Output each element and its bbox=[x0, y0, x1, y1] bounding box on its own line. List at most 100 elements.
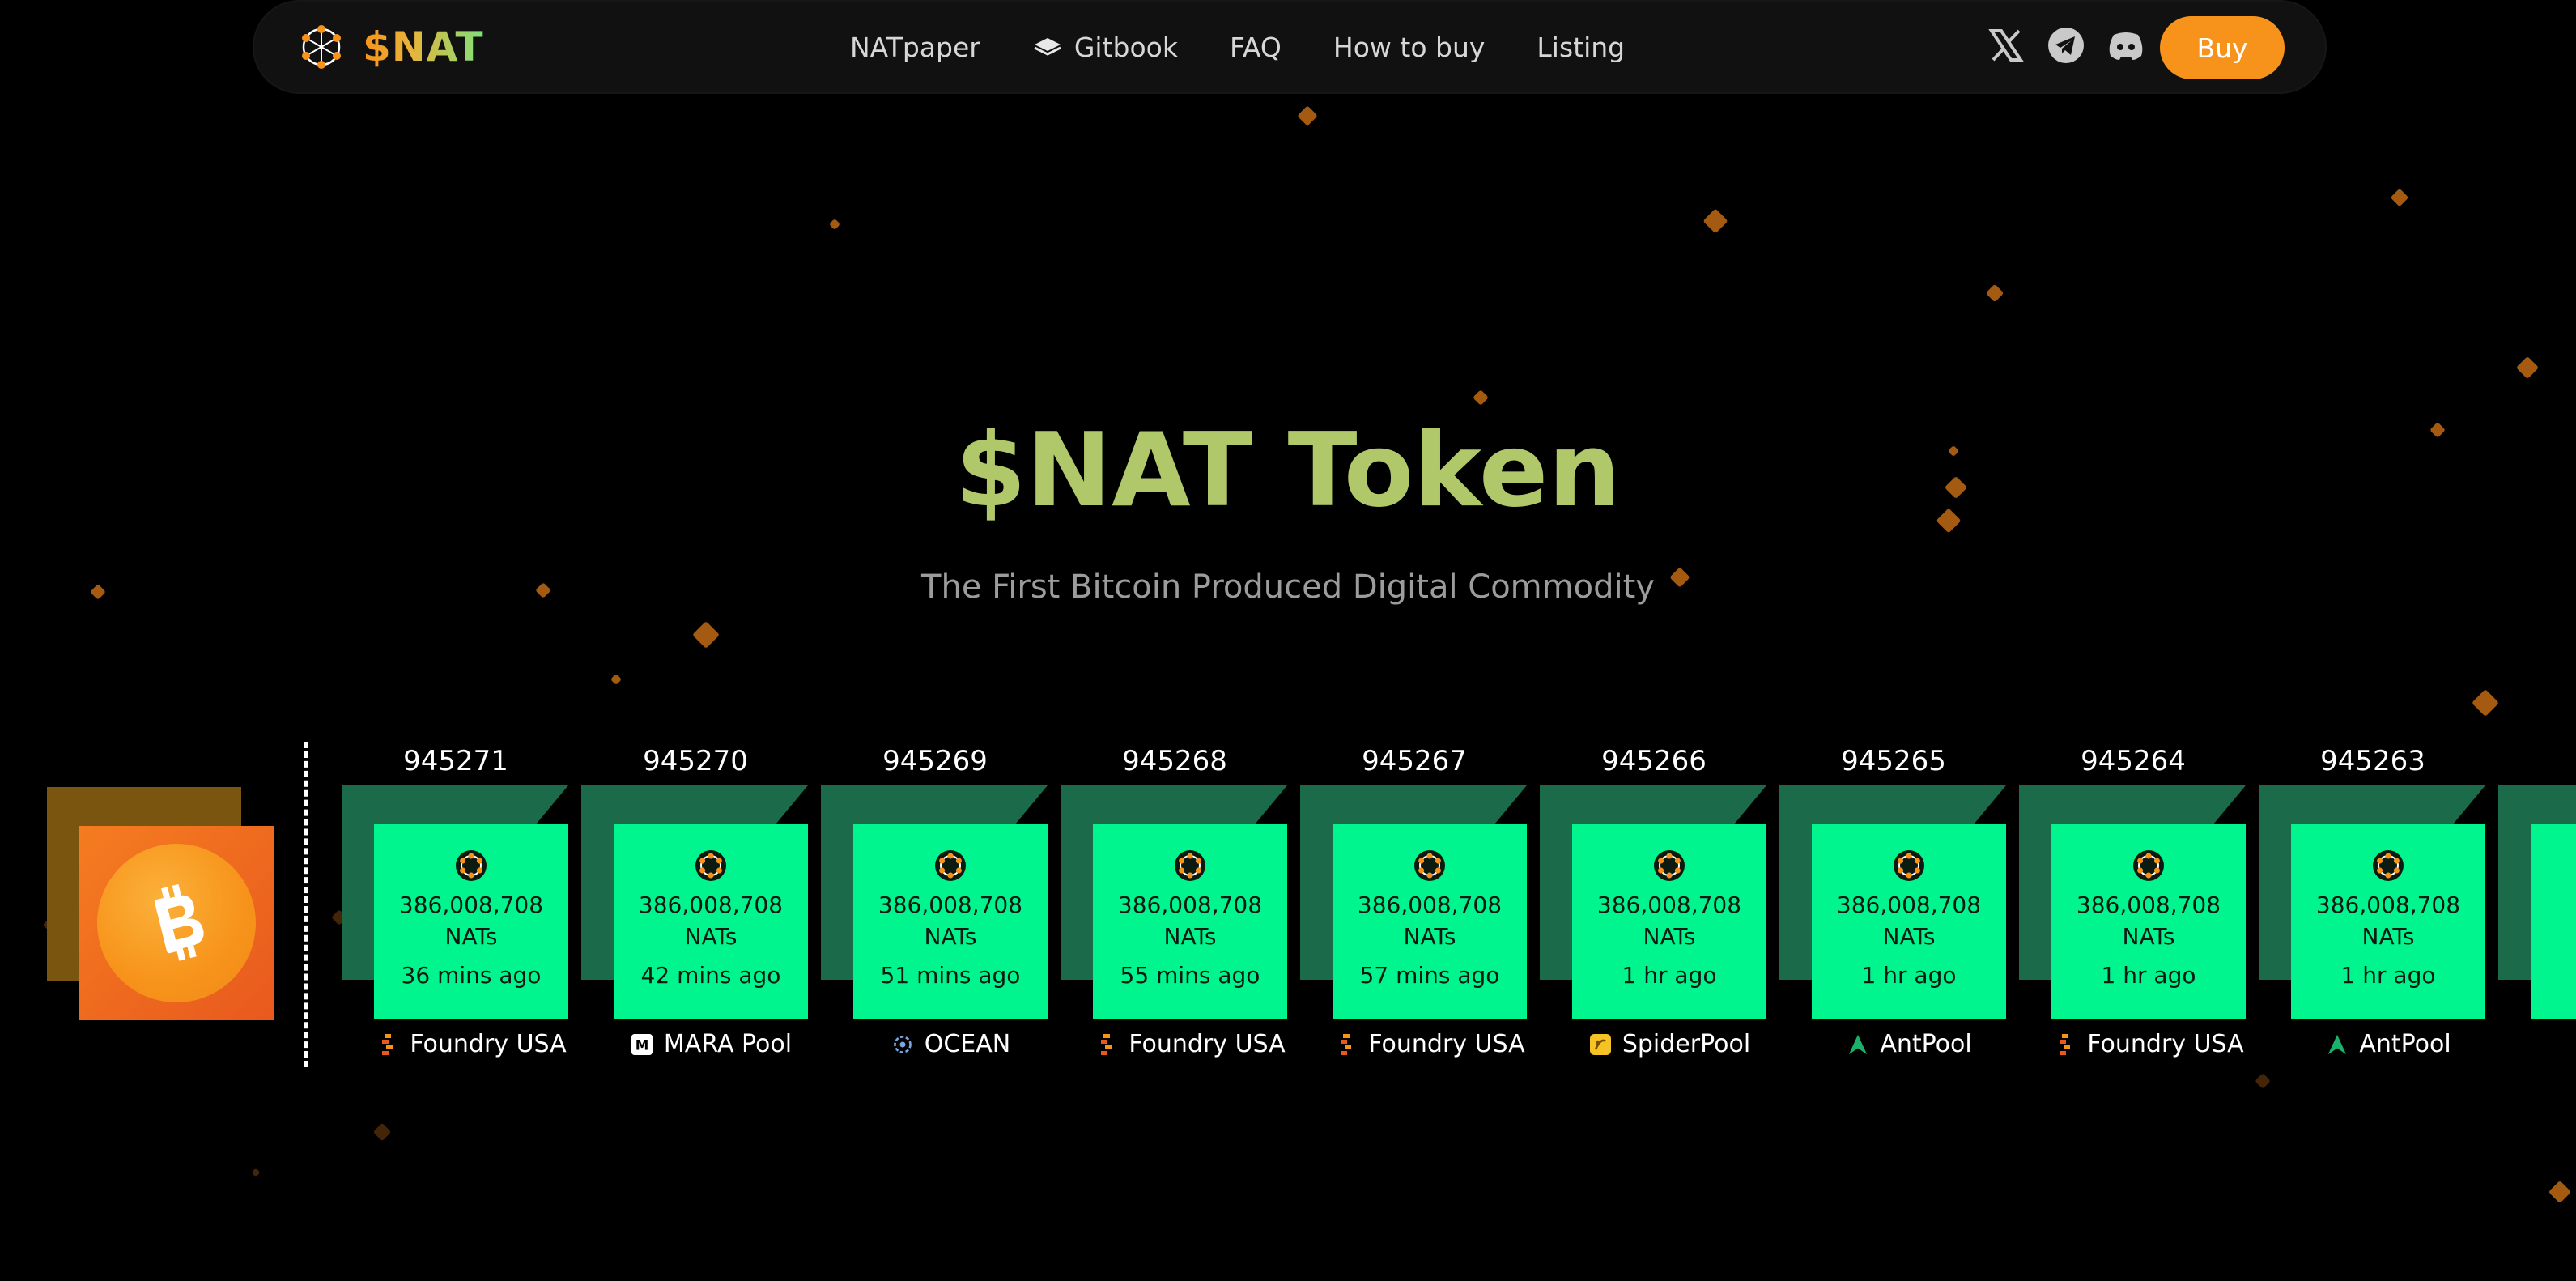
block-amount: 386,008,708 bbox=[1117, 892, 1263, 918]
nav-link-faq[interactable]: FAQ bbox=[1230, 32, 1282, 63]
block-pool: Foundry USA bbox=[1061, 1030, 1321, 1058]
block-time: 57 mins ago bbox=[1359, 962, 1500, 989]
block-card[interactable]: 945264 386,008,708 NATs 1 hr ago Foundry… bbox=[2019, 745, 2247, 1069]
nav-link-how-to-buy[interactable]: How to buy bbox=[1333, 32, 1486, 63]
nat-token-icon bbox=[1654, 850, 1685, 881]
block-unit: NATs bbox=[684, 923, 738, 950]
block-unit: NATs bbox=[1163, 923, 1217, 950]
nav-link-label: FAQ bbox=[1229, 31, 1282, 63]
block-card[interactable]: 945266 386,008,708 NATs 1 hr ago SpiderP… bbox=[1540, 745, 1768, 1069]
block-pool: M MARA Pool bbox=[581, 1030, 842, 1058]
nav-link-natpaper[interactable]: NATpaper bbox=[850, 32, 980, 63]
svg-text:M: M bbox=[635, 1036, 649, 1053]
buy-button[interactable]: Buy bbox=[2160, 16, 2285, 79]
block-card[interactable]: 945263 386,008,708 NATs 1 hr ago AntPool bbox=[2259, 745, 2487, 1069]
spiderpool-icon bbox=[1589, 1032, 1611, 1057]
block-card[interactable]: 945270 386,008,708 NATs 42 mins ago M MA… bbox=[581, 745, 810, 1069]
block-amount: 386,008,708 bbox=[2315, 892, 2461, 918]
nat-token-icon bbox=[1414, 850, 1445, 881]
nat-token-icon bbox=[935, 850, 966, 881]
block-pool: OCEAN bbox=[821, 1030, 1082, 1058]
nav-link-gitbook[interactable]: Gitbook bbox=[1032, 32, 1178, 63]
block-card-partial bbox=[2498, 785, 2576, 1020]
foundry-icon bbox=[1096, 1032, 1117, 1057]
block-time: 1 hr ago bbox=[1861, 962, 1957, 989]
nat-token-icon bbox=[2373, 850, 2404, 881]
block-time: 1 hr ago bbox=[2340, 962, 2436, 989]
block-card[interactable]: 945271 386,008,708 NATs 36 mins ago Foun… bbox=[342, 745, 570, 1069]
nat-logo-icon bbox=[302, 25, 341, 69]
block-time: 42 mins ago bbox=[640, 962, 781, 989]
foundry-icon bbox=[377, 1032, 398, 1057]
block-amount: 386,008,708 bbox=[2076, 892, 2221, 918]
block-card[interactable]: 945265 386,008,708 NATs 1 hr ago AntPool bbox=[1779, 745, 2008, 1069]
foundry-icon bbox=[1336, 1032, 1357, 1057]
block-number: 945266 bbox=[1601, 745, 1707, 777]
block-unit: NATs bbox=[1403, 923, 1456, 950]
block-card[interactable]: 945267 386,008,708 NATs 57 mins ago Foun… bbox=[1300, 745, 1528, 1069]
block-card[interactable]: 945269 386,008,708 NATs 51 mins ago OCEA… bbox=[821, 745, 1049, 1069]
block-unit: NATs bbox=[1643, 923, 1696, 950]
nat-token-icon bbox=[1175, 850, 1205, 881]
block-time: 55 mins ago bbox=[1120, 962, 1260, 989]
block-time: 36 mins ago bbox=[401, 962, 542, 989]
block-number: 945263 bbox=[2320, 745, 2425, 777]
foundry-icon bbox=[2055, 1032, 2076, 1057]
antpool-icon bbox=[1847, 1032, 1868, 1057]
pool-name: Foundry USA bbox=[1129, 1030, 1286, 1058]
block-number: 945265 bbox=[1841, 745, 1946, 777]
block-amount: 386,008,708 bbox=[1596, 892, 1742, 918]
block-unit: NATs bbox=[444, 923, 498, 950]
pool-name: Foundry USA bbox=[1368, 1030, 1525, 1058]
block-number: 945270 bbox=[643, 745, 748, 777]
nav-link-label: How to buy bbox=[1333, 31, 1486, 63]
x-icon[interactable] bbox=[1987, 26, 2026, 65]
bitcoin-cube bbox=[47, 787, 274, 1020]
block-card[interactable]: 945268 386,008,708 NATs 55 mins ago Foun… bbox=[1061, 745, 1289, 1069]
pool-name: Foundry USA bbox=[410, 1030, 567, 1058]
nat-token-icon bbox=[456, 850, 487, 881]
block-number: 945271 bbox=[403, 745, 508, 777]
pool-name: SpiderPool bbox=[1622, 1030, 1751, 1058]
nav-link-listing[interactable]: Listing bbox=[1537, 32, 1625, 63]
discord-icon[interactable] bbox=[2106, 26, 2145, 65]
block-pool: SpiderPool bbox=[1540, 1030, 1800, 1058]
chain-divider bbox=[304, 742, 308, 1067]
mara-icon: M bbox=[631, 1032, 653, 1057]
nav-link-label: NATpaper bbox=[850, 31, 980, 63]
block-amount: 386,008,708 bbox=[1357, 892, 1503, 918]
block-unit: NATs bbox=[2361, 923, 2415, 950]
social-links bbox=[1987, 26, 2145, 65]
block-pool: Foundry USA bbox=[1300, 1030, 1561, 1058]
block-amount: 386,008,708 bbox=[1836, 892, 1982, 918]
top-navbar: $NAT NATpaper Gitbook FAQ How to buy Lis… bbox=[254, 2, 2325, 92]
bitcoin-icon bbox=[97, 844, 256, 1002]
nat-token-icon bbox=[2133, 850, 2164, 881]
book-icon bbox=[1034, 38, 1061, 56]
block-pool: AntPool bbox=[2259, 1030, 2519, 1058]
block-time: 1 hr ago bbox=[1622, 962, 1717, 989]
block-number: 945269 bbox=[882, 745, 988, 777]
nav-link-label: Gitbook bbox=[1073, 31, 1178, 63]
page-subtitle: The First Bitcoin Produced Digital Commo… bbox=[921, 568, 1655, 606]
page-title: $NAT Token bbox=[954, 411, 1621, 530]
block-time: 51 mins ago bbox=[880, 962, 1021, 989]
brand[interactable]: $NAT bbox=[298, 23, 484, 71]
block-amount: 386,008,708 bbox=[638, 892, 784, 918]
block-time: 1 hr ago bbox=[2101, 962, 2196, 989]
block-amount: 386,008,708 bbox=[878, 892, 1023, 918]
nav-links: NATpaper Gitbook FAQ How to buy Listing bbox=[850, 2, 1625, 92]
ocean-icon bbox=[892, 1032, 913, 1057]
block-pool: AntPool bbox=[1779, 1030, 2040, 1058]
block-amount: 386,008,708 bbox=[398, 892, 544, 918]
block-number: 945267 bbox=[1362, 745, 1467, 777]
block-pool: Foundry USA bbox=[342, 1030, 602, 1058]
nat-token-icon bbox=[695, 850, 726, 881]
nat-token-icon bbox=[1894, 850, 1924, 881]
pool-name: AntPool bbox=[2359, 1030, 2451, 1058]
pool-name: Foundry USA bbox=[2087, 1030, 2244, 1058]
brand-name: $NAT bbox=[363, 23, 484, 70]
block-pool: Foundry USA bbox=[2019, 1030, 2280, 1058]
block-number: 945268 bbox=[1122, 745, 1227, 777]
telegram-icon[interactable] bbox=[2047, 26, 2085, 65]
